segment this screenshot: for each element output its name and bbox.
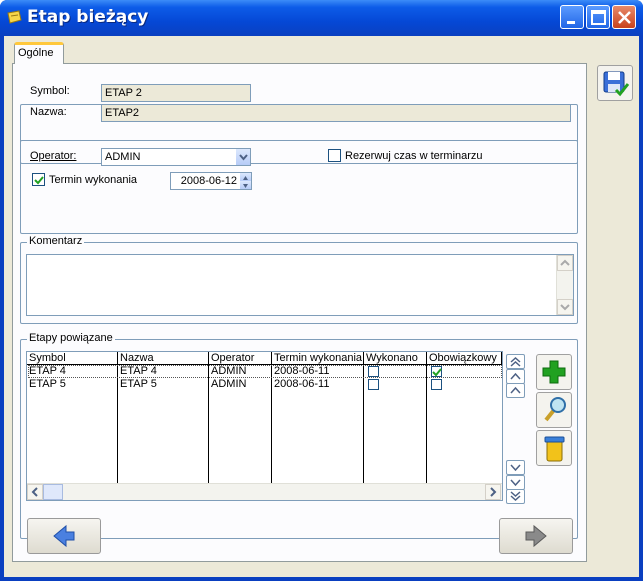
name-label: Nazwa: — [30, 106, 67, 118]
operator-select[interactable]: ADMIN — [101, 148, 251, 166]
minimize-button[interactable] — [560, 5, 584, 29]
chevron-down-icon[interactable] — [235, 149, 250, 165]
checkmark-icon — [34, 176, 44, 185]
dialog-body: Ogólne Symbol: ETAP 2 Nazwa: ETAP2 Opera… — [4, 36, 639, 577]
save-button[interactable] — [597, 65, 633, 101]
add-button[interactable] — [536, 354, 572, 390]
comment-title: Komentarz — [27, 235, 85, 247]
related-table[interactable]: Symbol Nazwa Operator Termin wykonania W… — [26, 351, 503, 501]
maximize-button[interactable] — [586, 5, 610, 29]
scroll-right-icon[interactable] — [485, 484, 501, 500]
dialog-window: Etap bieżący Ogólne Symbol: ETAP 2 Nazwa… — [0, 0, 643, 581]
minimize-icon — [567, 21, 575, 24]
move-upper-button[interactable] — [506, 383, 525, 398]
arrow-left-icon — [53, 524, 75, 548]
comment-textarea[interactable] — [26, 254, 574, 316]
cell-date[interactable]: 2008-06-11 — [272, 378, 364, 391]
plus-icon — [542, 360, 566, 384]
reserve-checkbox[interactable] — [328, 149, 341, 162]
back-button[interactable] — [27, 518, 101, 554]
column-divider — [426, 365, 427, 483]
forward-button[interactable] — [499, 518, 573, 554]
delete-button[interactable] — [536, 430, 572, 466]
related-title: Etapy powiązane — [27, 332, 115, 344]
done-checkbox[interactable] — [368, 366, 379, 377]
cell-date[interactable]: 2008-06-11 — [272, 365, 364, 378]
move-down-button[interactable] — [506, 460, 525, 475]
table-hscrollbar[interactable] — [27, 483, 502, 500]
close-button[interactable] — [612, 5, 636, 29]
scroll-up-icon[interactable] — [557, 255, 573, 271]
move-bottom-button[interactable] — [506, 489, 525, 504]
symbol-field[interactable]: ETAP 2 — [101, 84, 251, 102]
cell-operator[interactable]: ADMIN — [209, 365, 272, 378]
operator-label: Operator: — [30, 150, 76, 162]
column-header[interactable]: Wykonano — [364, 352, 427, 365]
deadline-value: 2008-06-12 — [180, 175, 237, 187]
done-checkbox[interactable] — [368, 379, 379, 390]
deadline-checkbox[interactable] — [32, 173, 45, 186]
comment-scrollbar[interactable] — [556, 255, 573, 315]
deadline-label: Termin wykonania — [49, 174, 138, 186]
edit-button[interactable] — [536, 392, 572, 428]
spin-down-icon[interactable] — [240, 181, 251, 189]
cell-name[interactable]: ETAP 4 — [118, 365, 209, 378]
column-header[interactable]: Nazwa — [118, 352, 209, 365]
up-icon — [510, 386, 521, 394]
note-icon — [7, 10, 22, 24]
column-header[interactable]: Operator — [209, 352, 272, 365]
symbol-label: Symbol: — [30, 85, 70, 97]
cell-symbol[interactable]: ETAP 5 — [27, 378, 118, 391]
scroll-left-icon[interactable] — [27, 484, 43, 500]
cell-name[interactable]: ETAP 5 — [118, 378, 209, 391]
tab-general[interactable]: Ogólne — [14, 42, 64, 64]
magnifier-icon — [544, 397, 566, 422]
move-up-button[interactable] — [506, 369, 525, 384]
cell-operator[interactable]: ADMIN — [209, 378, 272, 391]
mandatory-checkbox[interactable] — [431, 379, 442, 390]
scroll-thumb[interactable] — [43, 484, 63, 500]
name-field[interactable]: ETAP2 — [101, 104, 571, 122]
double-up-icon — [510, 356, 521, 367]
deadline-date-field[interactable]: 2008-06-12 — [170, 172, 252, 190]
operator-value: ADMIN — [105, 151, 141, 163]
reserve-label: Rezerwuj czas w terminarzu — [345, 150, 483, 162]
move-lower-button[interactable] — [506, 475, 525, 490]
cell-symbol[interactable]: ETAP 4 — [27, 365, 118, 378]
column-header[interactable]: Symbol — [27, 352, 118, 365]
move-top-button[interactable] — [506, 354, 525, 369]
checkmark-icon — [432, 368, 442, 377]
trash-icon — [544, 436, 565, 462]
column-header[interactable]: Termin wykonania — [272, 352, 364, 365]
double-down-icon — [510, 491, 521, 502]
down-icon — [510, 479, 521, 487]
save-icon — [603, 71, 630, 97]
mandatory-checkbox[interactable] — [431, 366, 442, 377]
window-title: Etap bieżący — [27, 7, 149, 27]
column-header[interactable]: Obowiązkowy — [427, 352, 502, 365]
close-icon — [618, 11, 631, 24]
down-icon — [510, 464, 521, 472]
scroll-down-icon[interactable] — [557, 299, 573, 315]
title-bar[interactable]: Etap bieżący — [0, 0, 643, 36]
maximize-icon — [591, 10, 606, 25]
spin-up-icon[interactable] — [240, 173, 251, 181]
arrow-right-icon — [525, 524, 547, 548]
up-icon — [510, 372, 521, 380]
operator-label-text: Operator: — [30, 150, 77, 162]
tab-label: Ogólne — [18, 47, 54, 59]
